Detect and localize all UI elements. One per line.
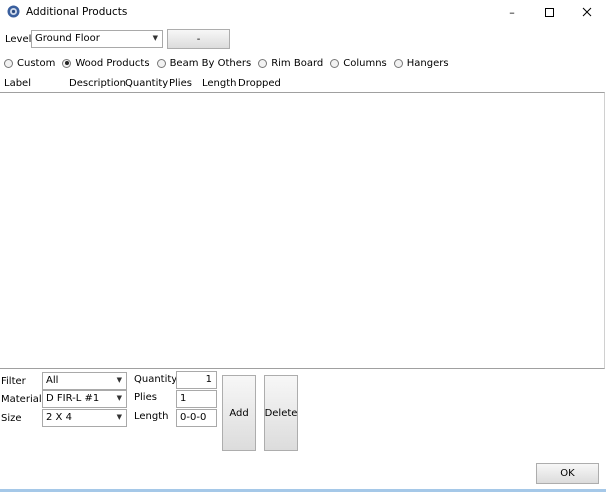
column-header-description[interactable]: Description (69, 78, 126, 89)
material-label: Material (1, 394, 42, 405)
radio-label: Custom (17, 57, 56, 69)
product-type-radio-group: Custom Wood Products Beam By Others Rim … (4, 56, 456, 70)
chevron-down-icon: ▼ (152, 34, 158, 42)
column-header-length[interactable]: Length (202, 78, 237, 89)
close-button[interactable] (572, 0, 602, 24)
chevron-down-icon: ▼ (116, 413, 122, 421)
radio-indicator (4, 58, 13, 68)
length-input[interactable]: 0-0-0 (176, 409, 217, 427)
delete-button-label: Delete (264, 407, 298, 419)
level-action-button[interactable]: - (167, 29, 230, 49)
radio-label: Beam By Others (169, 57, 252, 69)
products-list[interactable] (0, 92, 605, 369)
quantity-value: 1 (205, 374, 212, 385)
filter-label: Filter (1, 376, 26, 387)
ok-button-label: OK (560, 468, 575, 479)
radio-label: Hangers (406, 57, 449, 69)
radio-indicator (393, 58, 403, 68)
minimize-button[interactable]: – (497, 0, 527, 24)
level-dropdown[interactable]: Ground Floor ▼ (31, 30, 163, 48)
material-value: D FIR-L #1 (46, 393, 100, 404)
filter-dropdown[interactable]: All ▼ (42, 372, 127, 390)
radio-indicator-selected (62, 58, 72, 68)
column-header-plies[interactable]: Plies (169, 78, 192, 89)
radio-wood-products[interactable]: Wood Products (62, 57, 150, 69)
radio-beam-by-others[interactable]: Beam By Others (156, 57, 252, 69)
column-header-dropped[interactable]: Dropped (238, 78, 281, 89)
add-button[interactable]: Add (222, 375, 256, 451)
length-value: 0-0-0 (180, 412, 207, 423)
ok-button[interactable]: OK (536, 463, 599, 484)
column-header-label[interactable]: Label (4, 78, 31, 89)
size-value: 2 X 4 (46, 412, 72, 423)
level-action-label: - (196, 33, 201, 45)
radio-indicator (258, 58, 268, 68)
radio-columns[interactable]: Columns (330, 58, 387, 69)
plies-input[interactable]: 1 (176, 390, 217, 408)
radio-label: Columns (343, 57, 387, 69)
chevron-down-icon: ▼ (116, 376, 122, 384)
radio-rim-board[interactable]: Rim Board (258, 58, 323, 69)
close-icon (582, 7, 592, 17)
quantity-input[interactable]: 1 (176, 371, 217, 389)
title-bar: Additional Products – (0, 0, 606, 24)
chevron-down-icon: ▼ (116, 394, 122, 402)
radio-indicator (156, 58, 166, 68)
length-label: Length (134, 411, 169, 422)
add-button-label: Add (229, 407, 249, 419)
filter-value: All (46, 375, 59, 386)
plies-label: Plies (134, 392, 157, 403)
maximize-button[interactable] (534, 0, 564, 24)
radio-indicator (330, 58, 340, 68)
level-label: Level (5, 34, 32, 45)
size-label: Size (1, 413, 22, 424)
quantity-label: Quantity (134, 374, 178, 385)
delete-button[interactable]: Delete (264, 375, 298, 451)
window-title: Additional Products (26, 6, 128, 18)
column-header-quantity[interactable]: Quantity (125, 78, 168, 89)
material-dropdown[interactable]: D FIR-L #1 ▼ (42, 390, 127, 408)
radio-label: Rim Board (271, 57, 324, 69)
maximize-icon (544, 7, 554, 17)
level-value: Ground Floor (35, 33, 100, 44)
app-icon (7, 5, 20, 18)
minimize-icon: – (509, 5, 515, 19)
radio-custom[interactable]: Custom (4, 58, 55, 69)
size-dropdown[interactable]: 2 X 4 ▼ (42, 409, 127, 427)
radio-label: Wood Products (75, 57, 150, 69)
plies-value: 1 (180, 393, 187, 404)
radio-hangers[interactable]: Hangers (393, 57, 449, 69)
